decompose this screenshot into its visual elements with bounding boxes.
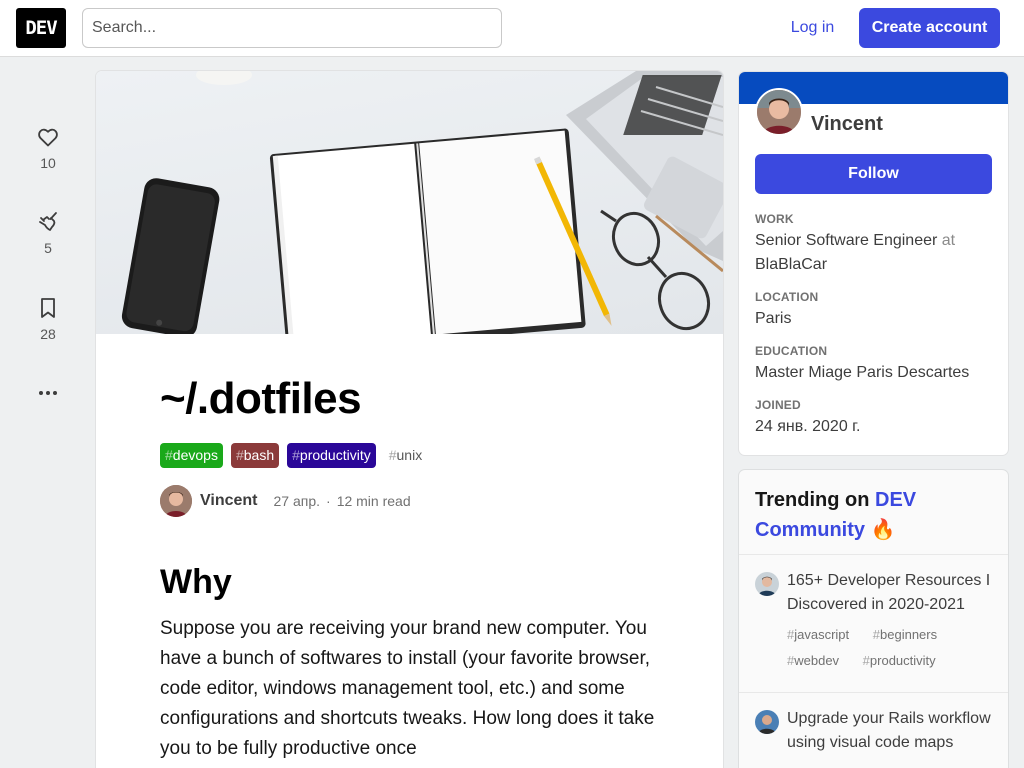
bookmark-count: 28 [40, 326, 56, 342]
work-label: Work [755, 212, 794, 226]
article-title: ~/.dotfiles [160, 374, 362, 423]
divider [739, 554, 1008, 555]
top-header: DEV Log in Create account [0, 0, 1024, 57]
work-role: Senior Software Engineer [755, 232, 938, 249]
tag-devops[interactable]: #devops [160, 443, 223, 468]
joined-label: Joined [755, 398, 801, 412]
bookmark-icon [41, 298, 55, 318]
more-options-button[interactable] [28, 382, 68, 404]
profile-work: Work Senior Software Engineer at BlaBlaC… [755, 212, 992, 277]
location-value: Paris [755, 310, 792, 327]
trending-item-title[interactable]: 165+ Developer Resources I Discovered in… [787, 569, 997, 617]
post-date: 27 апр. [273, 493, 321, 509]
education-label: Education [755, 344, 828, 358]
trending-item-avatar [755, 710, 779, 734]
trending-prefix: Trending on [755, 489, 870, 511]
unicorn-icon [39, 212, 57, 231]
author-avatar[interactable] [160, 485, 192, 517]
profile-education: Education Master Miage Paris Descartes [755, 344, 992, 385]
author-profile-card: Vincent Follow Work Senior Software Engi… [739, 72, 1008, 455]
tag-hash: # [165, 447, 173, 463]
follow-button[interactable]: Follow [755, 154, 992, 194]
tag-label: productivity [869, 653, 936, 668]
trending-item-title[interactable]: Upgrade your Rails workflow using visual… [787, 707, 997, 755]
tag-list: #devops #bash #productivity #unix [160, 443, 427, 468]
location-label: Location [755, 290, 819, 304]
trending-item-tags: #javascript #beginners #webdev #producti… [787, 622, 997, 674]
search-input[interactable] [82, 8, 502, 48]
article-paragraph: Suppose you are receiving your brand new… [160, 618, 655, 759]
trending-community-link[interactable]: Community [755, 519, 865, 541]
heart-icon [38, 128, 58, 147]
article-card: ~/.dotfiles #devops #bash #productivity … [96, 71, 723, 768]
trending-tag[interactable]: #productivity [863, 653, 946, 668]
tag-label: webdev [794, 653, 840, 668]
divider [739, 692, 1008, 693]
cover-image [96, 71, 723, 334]
tag-label: bash [243, 447, 275, 463]
trending-item-avatar [755, 572, 779, 596]
author-row: Vincent 27 апр. · 12 min read [160, 485, 411, 517]
trending-tag[interactable]: #beginners [873, 627, 947, 642]
unicorn-button[interactable]: 5 [28, 210, 68, 256]
tag-hash: # [388, 447, 397, 463]
joined-value: 24 янв. 2020 г. [755, 418, 861, 435]
tag-hash: # [872, 627, 881, 642]
tag-label: unix [396, 447, 423, 463]
trending-dev-link[interactable]: DEV [875, 489, 916, 511]
work-value: Senior Software Engineer at BlaBlaCar [755, 229, 992, 277]
profile-location: Location Paris [755, 290, 992, 331]
tag-hash: # [292, 447, 300, 463]
post-meta: 27 апр. · 12 min read [274, 493, 411, 509]
tag-productivity[interactable]: #productivity [287, 443, 376, 468]
profile-joined: Joined 24 янв. 2020 г. [755, 398, 992, 439]
trending-card: Trending on DEV Community 🔥 165+ Develop… [739, 470, 1008, 768]
tag-hash: # [862, 653, 870, 668]
ellipsis-icon [39, 391, 57, 395]
create-account-button[interactable]: Create account [859, 8, 1000, 48]
login-button[interactable]: Log in [776, 8, 849, 48]
fire-icon: 🔥 [870, 519, 896, 541]
section-heading: Why [160, 563, 232, 601]
unicorn-count: 5 [44, 240, 52, 256]
like-button[interactable]: 10 [28, 125, 68, 171]
tag-label: devops [172, 447, 218, 463]
trending-heading: Trending on DEV Community 🔥 [755, 485, 995, 545]
work-at: at [941, 232, 956, 249]
work-company: BlaBlaCar [755, 256, 828, 273]
trending-tag[interactable]: #webdev [787, 653, 849, 668]
read-time: 12 min read [336, 493, 411, 509]
dev-logo[interactable]: DEV [16, 8, 66, 48]
author-name[interactable]: Vincent [200, 492, 258, 510]
profile-avatar[interactable] [755, 88, 803, 136]
profile-name[interactable]: Vincent [811, 113, 883, 136]
tag-hash: # [235, 447, 244, 463]
like-count: 10 [40, 155, 56, 171]
tag-label: javascript [794, 627, 850, 642]
bookmark-button[interactable]: 28 [28, 296, 68, 342]
tag-label: productivity [299, 447, 371, 463]
education-value: Master Miage Paris Descartes [755, 364, 970, 381]
tag-label: beginners [880, 627, 938, 642]
tag-unix[interactable]: #unix [384, 443, 427, 468]
trending-tag[interactable]: #javascript [787, 627, 859, 642]
meta-separator: · [326, 493, 331, 509]
tag-bash[interactable]: #bash [230, 443, 280, 468]
